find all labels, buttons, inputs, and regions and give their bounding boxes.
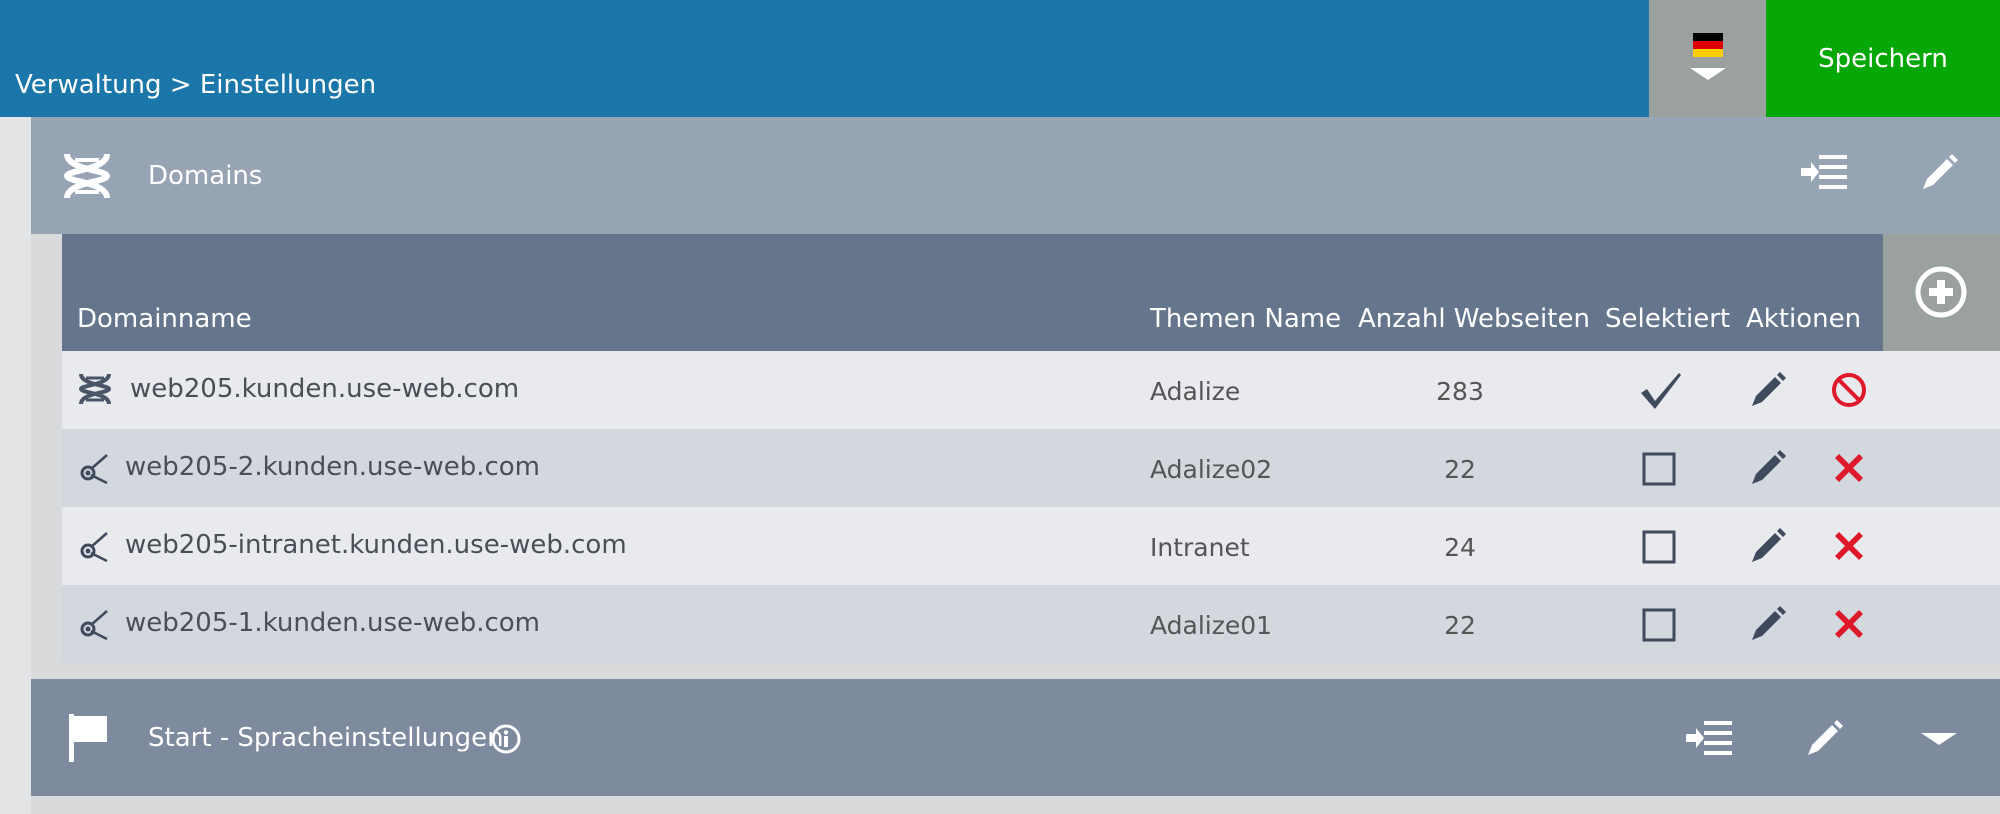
- column-header-themen-name[interactable]: Themen Name: [1150, 304, 1341, 334]
- add-domain-button[interactable]: [1883, 234, 2000, 351]
- checkbox-unchecked-icon[interactable]: [1639, 449, 1679, 489]
- indent-icon[interactable]: [1686, 719, 1734, 759]
- theme-name: Adalize02: [1150, 455, 1273, 484]
- checkbox-unchecked-icon[interactable]: [1639, 527, 1679, 567]
- column-header-selektiert[interactable]: Selektiert: [1605, 304, 1730, 334]
- table-row: web205-intranet.kunden.use-web.com Intra…: [62, 507, 2000, 585]
- pencil-icon[interactable]: [1749, 605, 1787, 643]
- start-language-panel-title: Start - Spracheinstellungen: [148, 723, 504, 753]
- flag-icon: [69, 714, 107, 762]
- delete-x-icon[interactable]: [1830, 449, 1868, 487]
- pencil-icon[interactable]: [1749, 527, 1787, 565]
- breadcrumb: Verwaltung > Einstellungen: [15, 70, 377, 100]
- chevron-down-icon[interactable]: [1921, 731, 1957, 747]
- satellite-icon: [80, 532, 108, 563]
- satellite-icon: [80, 454, 108, 485]
- left-strip: [0, 117, 31, 814]
- satellite-icon: [80, 610, 108, 641]
- page-count: 22: [1444, 611, 1476, 640]
- domains-panel-header: Domains: [31, 117, 2000, 234]
- theme-name: Intranet: [1150, 533, 1250, 562]
- no-entry-icon[interactable]: [1830, 371, 1868, 409]
- german-flag-icon: [1693, 33, 1723, 57]
- info-icon[interactable]: [490, 723, 522, 755]
- column-header-domainname[interactable]: Domainname: [77, 304, 252, 334]
- pencil-icon[interactable]: [1749, 371, 1787, 409]
- domain-name: web205-2.kunden.use-web.com: [125, 452, 540, 482]
- domain-name: web205.kunden.use-web.com: [130, 374, 520, 404]
- checkbox-unchecked-icon[interactable]: [1639, 605, 1679, 645]
- delete-x-icon[interactable]: [1830, 605, 1868, 643]
- dna-icon: [63, 153, 111, 199]
- pencil-icon[interactable]: [1919, 153, 1959, 193]
- chevron-down-icon: [1690, 68, 1726, 80]
- pencil-icon[interactable]: [1749, 449, 1787, 487]
- page-count: 24: [1444, 533, 1476, 562]
- checkmark-icon[interactable]: [1639, 371, 1683, 411]
- table-row: web205-2.kunden.use-web.com Adalize02 22: [62, 429, 2000, 507]
- domain-name: web205-1.kunden.use-web.com: [125, 608, 540, 638]
- theme-name: Adalize: [1150, 377, 1241, 406]
- page-count: 283: [1436, 377, 1484, 406]
- table-header: Domainname Themen Name Anzahl Webseiten …: [62, 234, 1883, 351]
- pencil-icon[interactable]: [1804, 719, 1844, 759]
- table-row: web205.kunden.use-web.com Adalize 283: [62, 351, 2000, 429]
- domains-panel-title: Domains: [148, 161, 263, 191]
- delete-x-icon[interactable]: [1830, 527, 1868, 565]
- dna-icon: [78, 373, 112, 405]
- language-selector[interactable]: [1649, 0, 1766, 117]
- theme-name: Adalize01: [1150, 611, 1273, 640]
- domain-name: web205-intranet.kunden.use-web.com: [125, 530, 627, 560]
- page-count: 22: [1444, 455, 1476, 484]
- plus-circle-icon: [1915, 266, 1967, 318]
- start-language-panel-header: Start - Spracheinstellungen: [31, 679, 2000, 796]
- indent-icon[interactable]: [1801, 153, 1849, 193]
- table-row: web205-1.kunden.use-web.com Adalize01 22: [62, 585, 2000, 663]
- save-button[interactable]: Speichern: [1766, 0, 2000, 117]
- column-header-aktionen: Aktionen: [1746, 304, 1862, 334]
- column-header-anzahl-webseiten[interactable]: Anzahl Webseiten: [1358, 304, 1590, 334]
